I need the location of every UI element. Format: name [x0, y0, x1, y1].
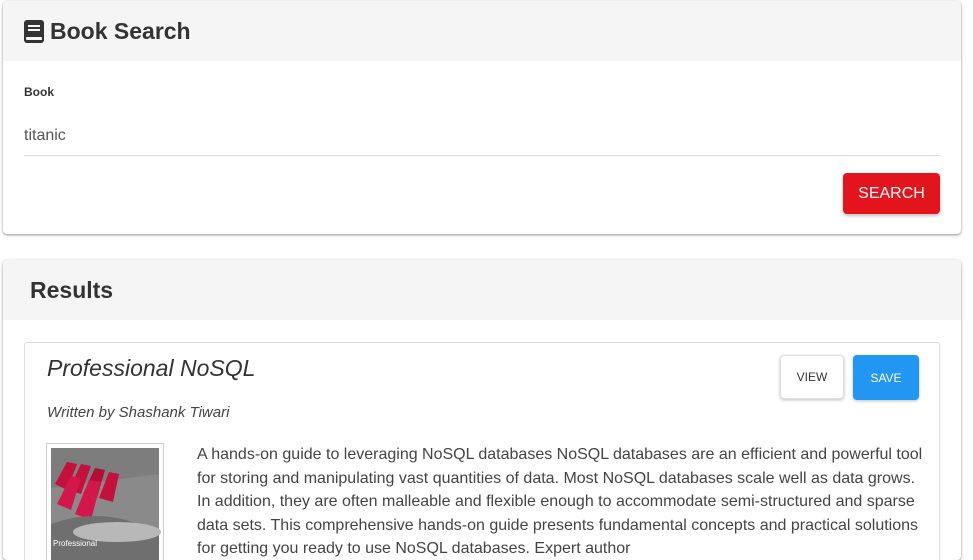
- book-search-input[interactable]: [24, 117, 940, 156]
- book-cover-image: Professional: [46, 443, 164, 560]
- result-item: Professional NoSQL Written by Shashank T…: [24, 342, 940, 560]
- results-card: Results Professional NoSQL Written by Sh…: [3, 260, 961, 560]
- book-field-label: Book: [24, 85, 54, 99]
- book-title: Professional NoSQL: [47, 355, 256, 381]
- book-search-card: Book Search Book SEARCH: [3, 1, 961, 234]
- save-button[interactable]: SAVE: [853, 355, 919, 400]
- search-button[interactable]: SEARCH: [843, 173, 940, 214]
- book-description: A hands-on guide to leveraging NoSQL dat…: [197, 446, 923, 557]
- view-button[interactable]: VIEW: [780, 355, 844, 399]
- book-icon: [24, 19, 44, 43]
- book-author: Written by Shashank Tiwari: [47, 404, 230, 421]
- results-title: Results: [30, 276, 114, 303]
- results-header: Results: [3, 260, 961, 320]
- page-title: Book Search: [50, 17, 191, 44]
- book-search-header: Book Search: [3, 1, 961, 61]
- cover-text: Professional: [53, 539, 97, 548]
